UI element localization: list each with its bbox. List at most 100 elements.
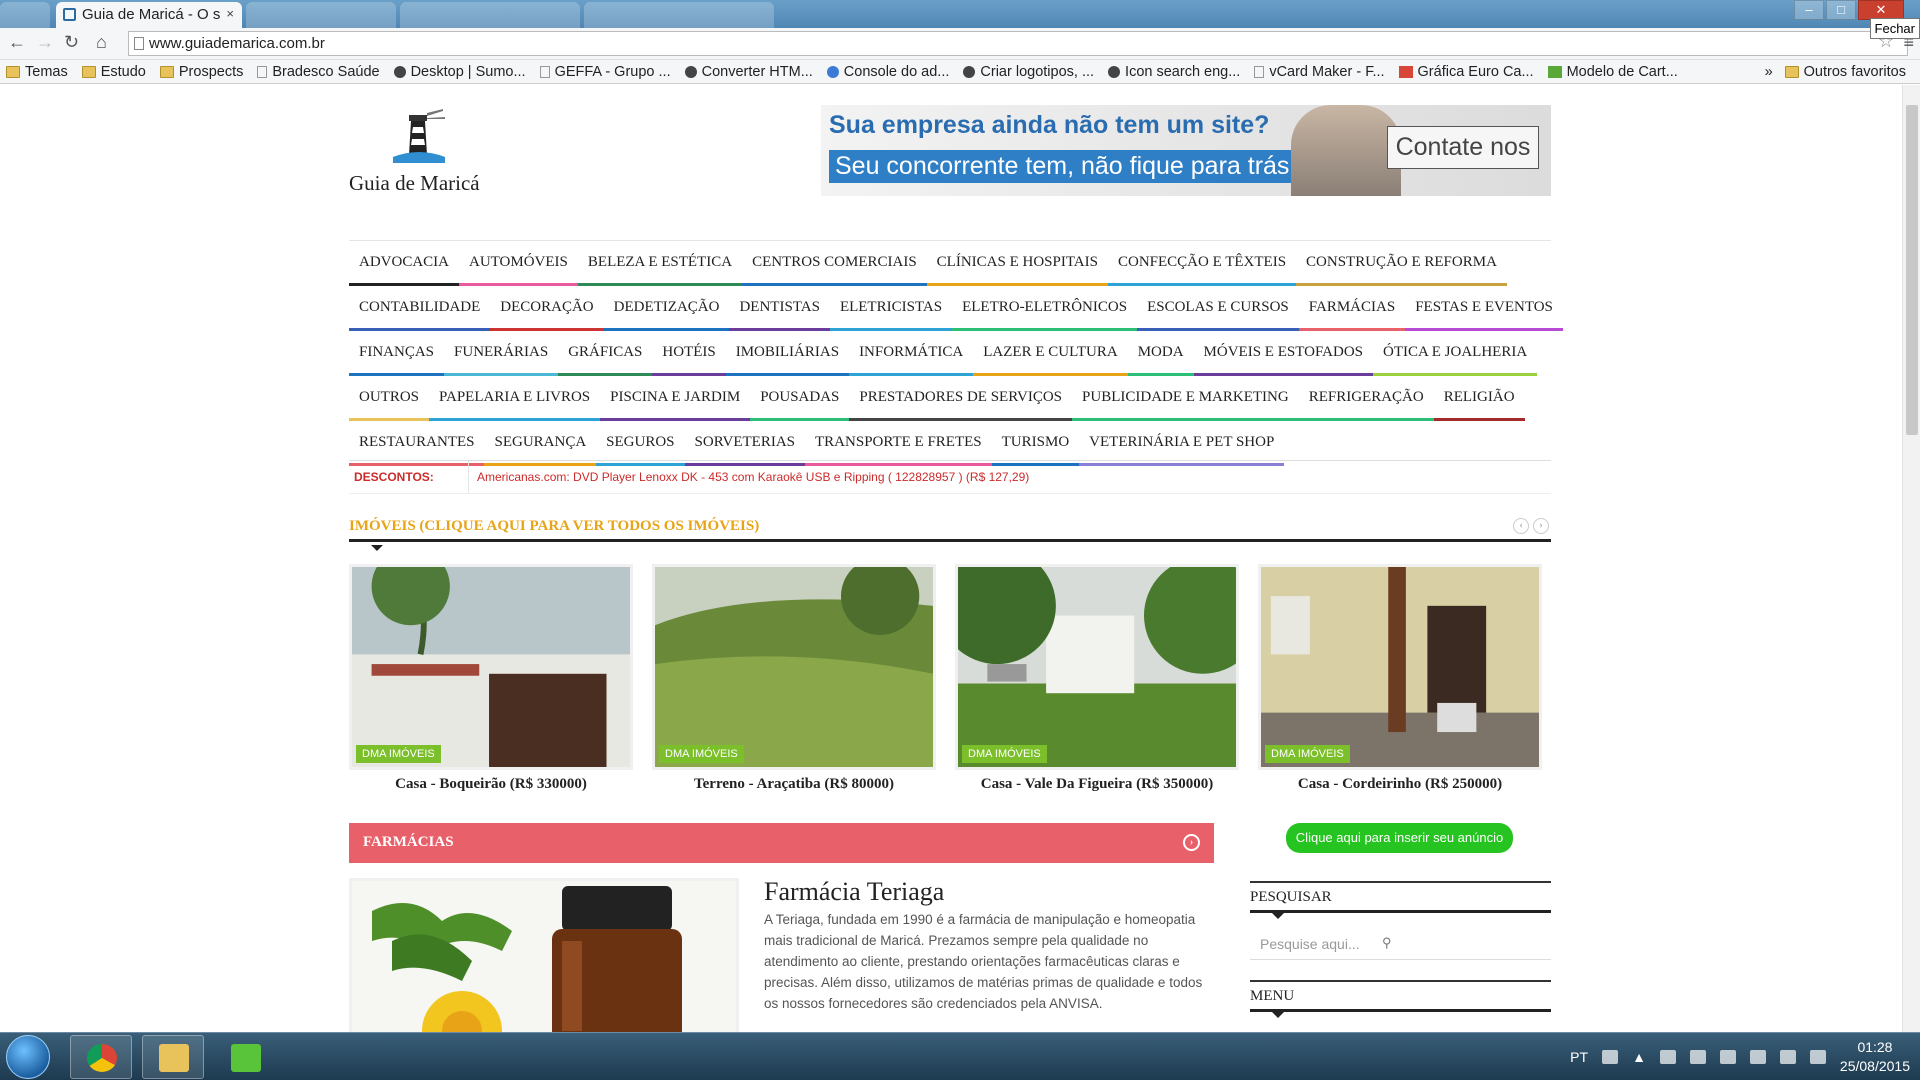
property-photo[interactable]: DMA IMÓVEIS — [349, 564, 633, 770]
taskbar-chrome[interactable] — [70, 1035, 132, 1079]
windows-flag-icon[interactable] — [1659, 1050, 1676, 1064]
bookmark-item[interactable]: Desktop | Sumo... — [393, 64, 526, 80]
address-bar[interactable]: www.guiademarica.com.br — [128, 31, 1908, 56]
property-photo[interactable]: DMA IMÓVEIS — [955, 564, 1239, 770]
bookmark-item[interactable]: Criar logotipos, ... — [963, 64, 1094, 80]
property-card[interactable]: DMA IMÓVEIS Casa - Vale Da Figueira (R$ 3… — [955, 564, 1239, 793]
ad-banner[interactable]: Sua empresa ainda não tem um site? Seu c… — [821, 105, 1551, 196]
category-link[interactable]: CONTABILIDADE — [349, 286, 491, 331]
page-scrollbar[interactable] — [1902, 85, 1920, 1032]
bookmark-item[interactable]: Estudo — [81, 64, 146, 80]
bookmark-item[interactable]: Console do ad... — [826, 64, 949, 80]
bookmark-item[interactable]: Bradesco Saúde — [257, 64, 380, 80]
google-drive-icon[interactable] — [1809, 1050, 1826, 1064]
clock[interactable]: 01:28 25/08/2015 — [1840, 1038, 1910, 1076]
category-link[interactable]: PISCINA E JARDIM — [600, 376, 751, 421]
carousel-prev-icon[interactable]: ‹ — [1513, 518, 1529, 534]
show-hidden-icons-icon[interactable]: ▲ — [1632, 1049, 1646, 1065]
bookmark-item[interactable]: Prospects — [159, 64, 243, 80]
category-link[interactable]: MÓVEIS E ESTOFADOS — [1193, 331, 1374, 376]
category-link[interactable]: FUNERÁRIAS — [444, 331, 559, 376]
category-link[interactable]: AUTOMÓVEIS — [459, 241, 578, 286]
insert-ad-button[interactable]: Clique aqui para inserir seu anúncio — [1286, 823, 1513, 853]
category-link[interactable]: ELETRO-ELETRÔNICOS — [952, 286, 1138, 331]
category-link[interactable]: CENTROS COMERCIAIS — [742, 241, 927, 286]
category-link[interactable]: RELIGIÃO — [1433, 376, 1525, 421]
back-icon[interactable]: ← — [8, 32, 26, 53]
property-caption[interactable]: Casa - Cordeirinho (R$ 250000) — [1258, 776, 1542, 793]
category-link[interactable]: DEDETIZAÇÃO — [603, 286, 730, 331]
category-link[interactable]: ÓTICA E JOALHERIA — [1373, 331, 1538, 376]
search-icon[interactable]: ⚲ — [1382, 935, 1392, 951]
category-link[interactable]: LAZER E CULTURA — [973, 331, 1128, 376]
tab-background[interactable] — [584, 2, 774, 28]
featured-title[interactable]: Farmácia Teriaga — [764, 877, 944, 907]
category-link[interactable]: POUSADAS — [750, 376, 850, 421]
category-link[interactable]: PAPELARIA E LIVROS — [429, 376, 601, 421]
category-link[interactable]: GRÁFICAS — [558, 331, 653, 376]
minimize-button[interactable]: – — [1794, 0, 1824, 20]
category-link[interactable]: PUBLICIDADE E MARKETING — [1072, 376, 1299, 421]
category-link[interactable]: CONFECÇÃO E TÊXTEIS — [1107, 241, 1297, 286]
discount-link[interactable]: Americanas.com: DVD Player Lenoxx DK - 4… — [469, 470, 1029, 484]
bookmark-item[interactable]: Converter HTM... — [684, 64, 813, 80]
keyboard-icon[interactable] — [1602, 1050, 1619, 1064]
category-link[interactable]: OUTROS — [349, 376, 430, 421]
property-caption[interactable]: Casa - Vale Da Figueira (R$ 350000) — [955, 776, 1239, 793]
category-link[interactable]: DENTISTAS — [729, 286, 830, 331]
taskbar-explorer[interactable] — [142, 1035, 204, 1079]
start-button[interactable] — [6, 1035, 50, 1079]
maximize-button[interactable]: □ — [1826, 0, 1856, 20]
category-link[interactable]: BELEZA E ESTÉTICA — [577, 241, 743, 286]
category-link[interactable]: INFORMÁTICA — [849, 331, 974, 376]
home-icon[interactable]: ⌂ — [96, 32, 107, 53]
bookmark-item[interactable]: vCard Maker - F... — [1254, 64, 1385, 80]
carousel-next-icon[interactable]: › — [1533, 518, 1549, 534]
property-caption[interactable]: Terreno - Araçatiba (R$ 80000) — [652, 776, 936, 793]
property-photo[interactable]: DMA IMÓVEIS — [1258, 564, 1542, 770]
language-indicator[interactable]: PT — [1570, 1049, 1588, 1065]
category-link[interactable]: CLÍNICAS E HOSPITAIS — [926, 241, 1108, 286]
taskbar-notes[interactable] — [214, 1035, 276, 1079]
bookmark-item[interactable]: Gráfica Euro Ca... — [1398, 64, 1534, 80]
category-link[interactable]: ADVOCACIA — [349, 241, 459, 286]
pharmacies-section-bar[interactable]: FARMÁCIAS › — [349, 823, 1214, 863]
category-link[interactable]: FESTAS E EVENTOS — [1405, 286, 1563, 331]
bookmark-item[interactable]: Modelo de Cart... — [1547, 64, 1678, 80]
category-link[interactable]: ESCOLAS E CURSOS — [1137, 286, 1299, 331]
property-caption[interactable]: Casa - Boqueirão (R$ 330000) — [349, 776, 633, 793]
property-card[interactable]: DMA IMÓVEIS Terreno - Araçatiba (R$ 80000… — [652, 564, 936, 793]
volume-muted-icon[interactable] — [1749, 1050, 1766, 1064]
arrow-right-icon[interactable]: › — [1183, 834, 1200, 851]
category-link[interactable]: FINANÇAS — [349, 331, 445, 376]
category-link[interactable]: FARMÁCIAS — [1298, 286, 1406, 331]
bookmark-item[interactable]: Temas — [6, 64, 68, 80]
category-link[interactable]: MODA — [1127, 331, 1194, 376]
property-card[interactable]: DMA IMÓVEIS Casa - Cordeirinho (R$ 250000… — [1258, 564, 1542, 793]
category-link[interactable]: HOTÉIS — [652, 331, 726, 376]
bookmark-item[interactable]: Icon search eng... — [1108, 64, 1240, 80]
category-link[interactable]: REFRIGERAÇÃO — [1298, 376, 1434, 421]
category-link[interactable]: IMOBILIÁRIAS — [725, 331, 850, 376]
site-logo[interactable]: Guia de Maricá — [349, 107, 509, 197]
clipboard-icon[interactable] — [1689, 1050, 1706, 1064]
property-photo[interactable]: DMA IMÓVEIS — [652, 564, 936, 770]
tab-background[interactable] — [400, 2, 580, 28]
category-link[interactable]: PRESTADORES DE SERVIÇOS — [849, 376, 1073, 421]
profile-tab[interactable] — [0, 2, 50, 28]
search-input[interactable]: Pesquise aqui... ⚲ — [1250, 930, 1551, 960]
contact-button[interactable]: Contate nos — [1387, 126, 1539, 169]
close-window-button[interactable]: ✕ — [1858, 0, 1904, 20]
scrollbar-thumb[interactable] — [1906, 105, 1918, 435]
tab-close-icon[interactable]: × — [226, 6, 234, 21]
featured-pharmacy-image[interactable] — [349, 878, 739, 1032]
category-link[interactable]: CONSTRUÇÃO E REFORMA — [1296, 241, 1507, 286]
properties-heading-link[interactable]: IMÓVEIS (CLIQUE AQUI PARA VER TODOS OS I… — [349, 518, 759, 534]
tab-background[interactable] — [246, 2, 396, 28]
action-center-flag-icon[interactable] — [1719, 1050, 1736, 1064]
category-link[interactable]: ELETRICISTAS — [829, 286, 953, 331]
network-signal-icon[interactable] — [1779, 1050, 1796, 1064]
forward-icon[interactable]: → — [36, 32, 54, 53]
other-bookmarks[interactable]: Outros favoritos — [1784, 64, 1906, 80]
property-card[interactable]: DMA IMÓVEIS Casa - Boqueirão (R$ 330000) — [349, 564, 633, 793]
